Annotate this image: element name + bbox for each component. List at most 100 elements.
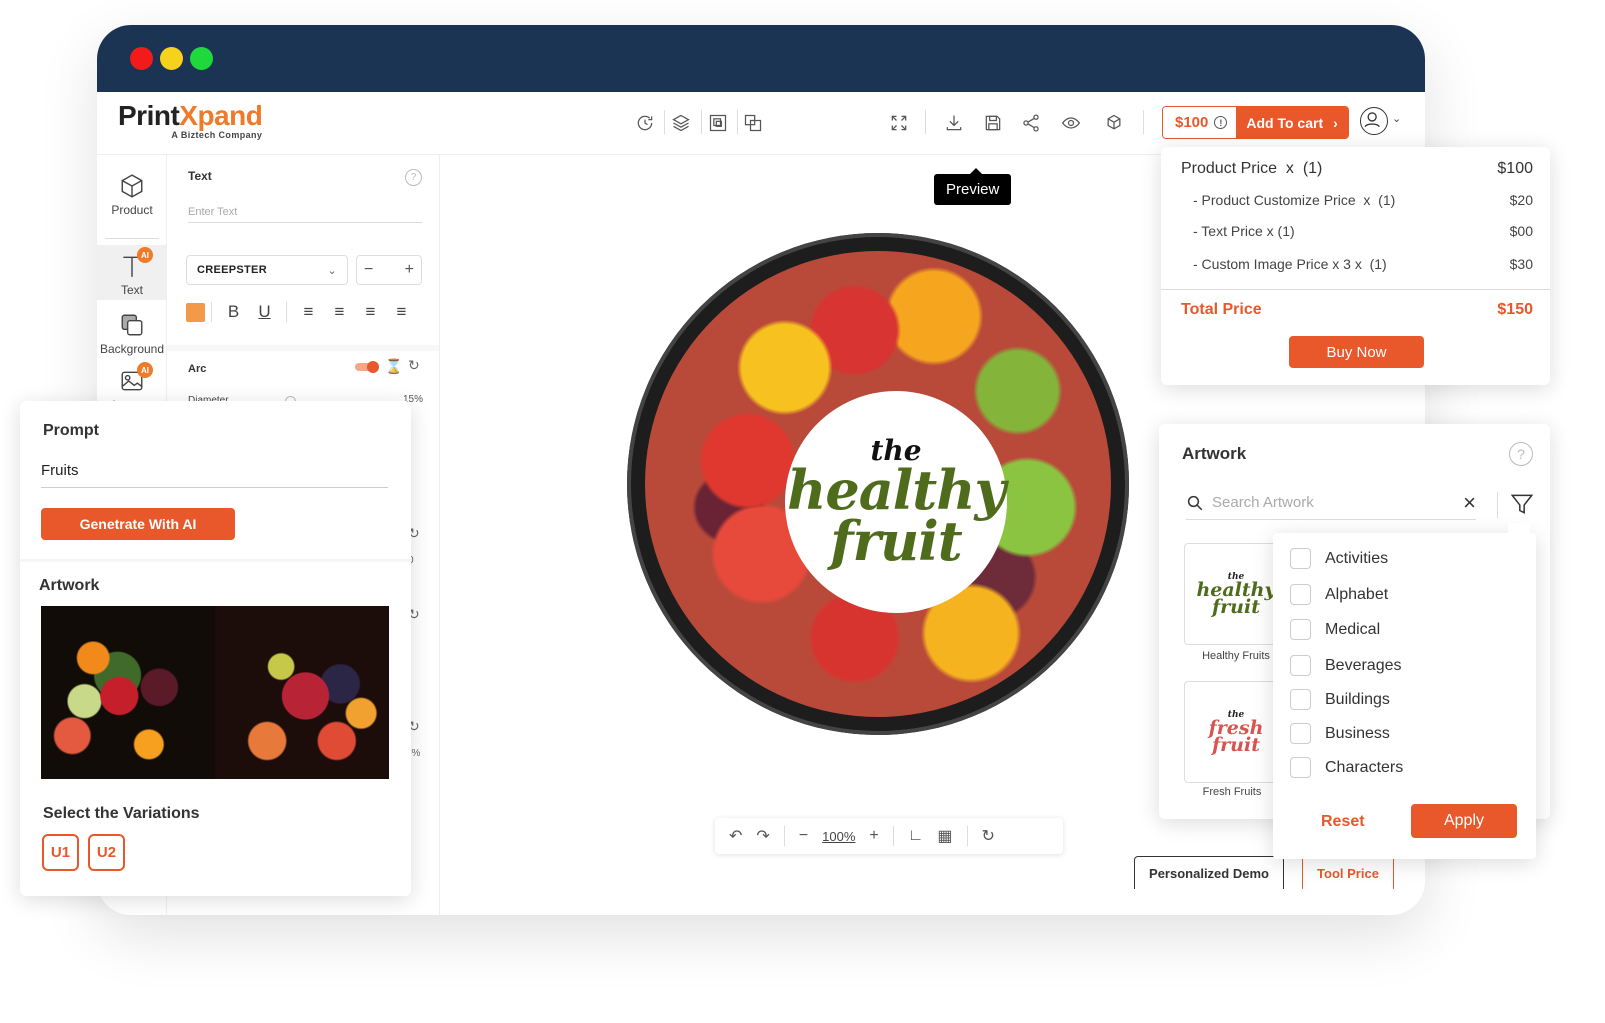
align-center-button[interactable]: ≡ <box>324 302 355 322</box>
ruler-icon[interactable]: ∟ <box>908 827 924 845</box>
share-icon[interactable] <box>1020 112 1042 134</box>
price-line-value: $00 <box>1509 223 1533 239</box>
toolbar-divider <box>664 110 665 134</box>
align-left-button[interactable]: ≡ <box>293 302 324 322</box>
logo-text-xpand: Xpand <box>179 100 263 131</box>
price-line-value: $20 <box>1509 192 1533 208</box>
preview-icon[interactable] <box>1060 112 1082 134</box>
3d-view-icon[interactable] <box>1103 112 1125 134</box>
underline-button[interactable]: U <box>249 302 280 322</box>
user-avatar-icon[interactable] <box>1360 107 1388 135</box>
sidebar-item-product[interactable]: Product <box>97 173 167 233</box>
checkbox[interactable] <box>1290 723 1311 744</box>
format-divider <box>211 302 212 322</box>
price-divider <box>1161 289 1550 290</box>
filter-option[interactable]: Activities <box>1290 548 1388 569</box>
product-preview-bowl[interactable]: the healthy fruit <box>627 233 1129 735</box>
filter-option[interactable]: Business <box>1290 723 1390 744</box>
font-size-stepper: − + <box>356 255 422 285</box>
save-icon[interactable] <box>982 112 1004 134</box>
variation-u2-button[interactable]: U2 <box>88 834 125 871</box>
decrease-size-button[interactable]: − <box>364 261 373 279</box>
arc-toggle[interactable] <box>355 360 379 373</box>
maximize-window-button[interactable] <box>190 47 213 70</box>
chevron-down-icon[interactable]: ⌄ <box>1392 112 1401 125</box>
zoom-out-icon[interactable]: − <box>799 827 808 845</box>
toggle-knob <box>367 360 379 373</box>
minimize-window-button[interactable] <box>160 47 183 70</box>
filter-option[interactable]: Alphabet <box>1290 584 1388 605</box>
filter-option-label: Business <box>1325 724 1390 742</box>
redo-icon[interactable]: ↷ <box>756 826 769 846</box>
artwork-search-input[interactable] <box>1212 494 1456 511</box>
history-icon[interactable] <box>634 112 656 134</box>
generate-with-ai-button[interactable]: Genetrate With AI <box>41 508 235 540</box>
help-icon[interactable]: ? <box>1509 442 1533 466</box>
checkbox[interactable] <box>1290 757 1311 778</box>
filter-option[interactable]: Buildings <box>1290 689 1390 710</box>
buy-now-button[interactable]: Buy Now <box>1289 336 1424 368</box>
rotate-icon[interactable]: ↻ <box>982 826 995 846</box>
flip-arc-icon[interactable]: ⌛ <box>385 358 402 375</box>
filter-apply-button[interactable]: Apply <box>1411 804 1517 838</box>
zoom-divider <box>892 826 894 846</box>
bold-button[interactable]: B <box>218 302 249 322</box>
prompt-input[interactable] <box>41 460 388 488</box>
price-breakdown-card: Product Price x (1) $100 - Product Custo… <box>1161 147 1550 385</box>
checkbox[interactable] <box>1290 619 1311 640</box>
bring-front-icon[interactable] <box>707 112 729 134</box>
info-icon[interactable]: ! <box>1214 116 1228 129</box>
logo-text-print: Print <box>118 100 180 131</box>
generated-image-1[interactable] <box>41 606 215 779</box>
undo-icon[interactable]: ↶ <box>729 826 742 846</box>
increase-size-button[interactable]: + <box>405 261 414 279</box>
font-family-select[interactable]: CREEPSTER ⌄ <box>186 255 348 285</box>
close-window-button[interactable] <box>130 47 153 70</box>
text-input[interactable] <box>188 202 422 223</box>
zoom-divider <box>966 826 968 846</box>
help-icon[interactable]: ? <box>405 169 422 186</box>
download-icon[interactable] <box>943 112 965 134</box>
text-color-swatch[interactable] <box>186 302 205 322</box>
filter-option[interactable]: Beverages <box>1290 655 1402 676</box>
filter-option[interactable]: Characters <box>1290 757 1403 778</box>
align-right-button[interactable]: ≡ <box>355 302 386 322</box>
filter-option[interactable]: Medical <box>1290 619 1380 640</box>
align-justify-button[interactable]: ≡ <box>386 302 417 322</box>
personalized-demo-button[interactable]: Personalized Demo <box>1134 856 1284 889</box>
fullscreen-icon[interactable] <box>888 112 910 134</box>
reset-icon[interactable]: ↻ <box>408 357 420 374</box>
design-label[interactable]: the healthy fruit <box>785 391 1007 613</box>
thumb-text: fruit <box>1212 596 1260 618</box>
filter-reset-button[interactable]: Reset <box>1321 813 1365 831</box>
filter-icon[interactable] <box>1509 491 1535 517</box>
price-line: - Text Price x (1) $00 <box>1181 223 1533 239</box>
price-line: - Product Customize Price x (1) $20 <box>1181 192 1533 208</box>
sidebar-item-text[interactable]: AI Text <box>97 245 167 300</box>
zoom-level[interactable]: 100% <box>822 829 855 844</box>
checkbox[interactable] <box>1290 655 1311 676</box>
app-header: PrintXpand A Biztech Company $100! Add T… <box>97 92 1425 155</box>
variations-title: Select the Variations <box>43 805 200 822</box>
checkbox[interactable] <box>1290 548 1311 569</box>
cart-price-button[interactable]: $100! <box>1163 107 1237 138</box>
checkbox[interactable] <box>1290 689 1311 710</box>
add-to-cart-button[interactable]: Add To cart › <box>1236 107 1348 138</box>
ai-badge: AI <box>137 362 153 378</box>
layers-icon[interactable] <box>670 112 692 134</box>
preview-tooltip: Preview <box>934 168 1012 205</box>
grid-icon[interactable]: ▦ <box>937 826 952 846</box>
add-to-cart-label: Add To cart <box>1246 114 1324 131</box>
tool-price-button[interactable]: Tool Price <box>1302 856 1394 889</box>
panel-title: Text <box>188 169 212 183</box>
sidebar-item-label: Text <box>120 283 143 297</box>
zoom-in-icon[interactable]: + <box>869 827 878 845</box>
checkbox[interactable] <box>1290 584 1311 605</box>
sidebar-item-background[interactable]: Background <box>97 312 167 367</box>
cube-icon <box>119 173 145 199</box>
variation-u1-button[interactable]: U1 <box>42 834 79 871</box>
generated-image-2[interactable] <box>215 606 389 779</box>
clear-search-icon[interactable]: × <box>1463 490 1476 516</box>
background-icon <box>119 312 145 338</box>
send-back-icon[interactable] <box>742 112 764 134</box>
